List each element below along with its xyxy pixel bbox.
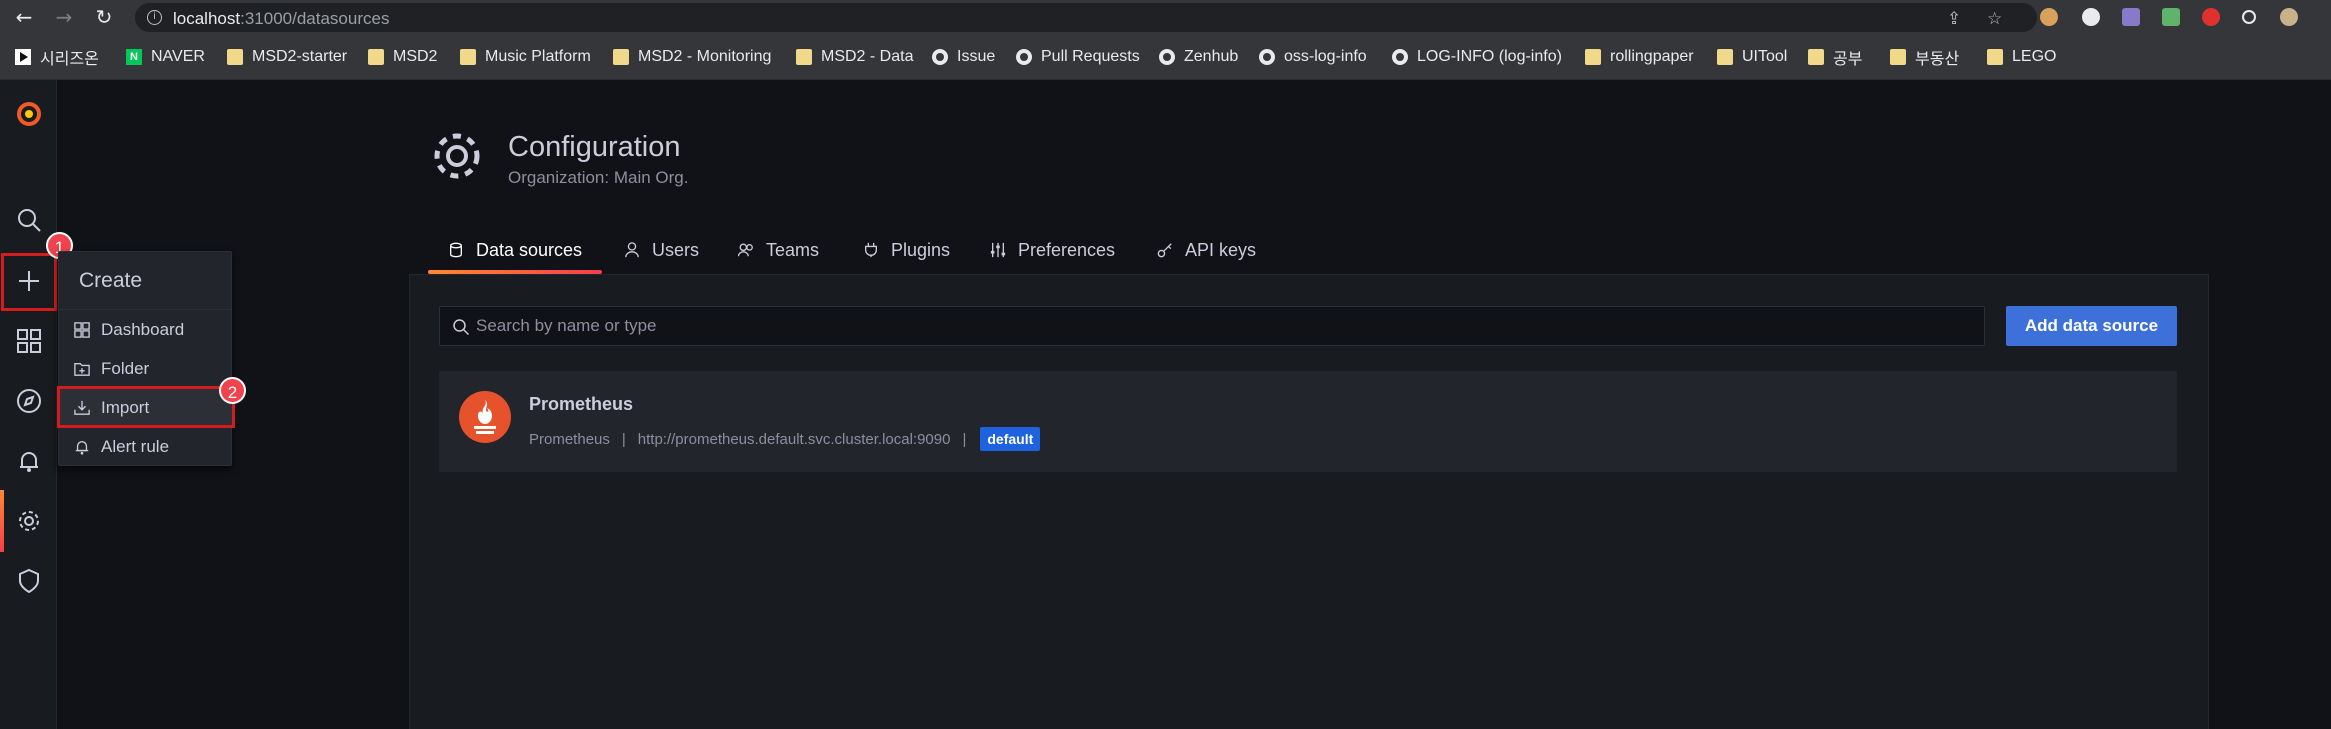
side-menu: [0, 80, 57, 729]
bookmark-item[interactable]: MSD2 - Data: [796, 46, 913, 68]
folder-icon: [227, 49, 243, 65]
separator: |: [962, 430, 967, 448]
folder-icon: [1890, 49, 1906, 65]
github-icon: [1016, 49, 1032, 65]
menu-item-dashboard[interactable]: Dashboard: [59, 311, 231, 349]
reload-icon[interactable]: ↻: [92, 5, 116, 29]
browser-toolbar: ← → ↻ i localhost:31000/datasources ⇪ ☆: [0, 0, 2331, 34]
naver-icon: N: [126, 49, 142, 65]
bell-icon: [73, 438, 91, 456]
back-icon[interactable]: ←: [12, 5, 36, 29]
tab-api-keys[interactable]: API keys: [1157, 232, 1256, 274]
github-icon: [932, 49, 948, 65]
datasource-card[interactable]: Prometheus Prometheus | http://prometheu…: [439, 371, 2177, 472]
bell-icon[interactable]: [0, 436, 57, 486]
active-indicator: [0, 490, 4, 552]
extension-purple-icon[interactable]: [2122, 8, 2140, 26]
extension-commit-icon[interactable]: [2242, 10, 2256, 24]
page-title: Configuration: [508, 131, 681, 163]
bookmark-item[interactable]: Pull Requests: [1016, 46, 1140, 68]
github-icon: [1392, 49, 1408, 65]
datasource-type: Prometheus: [529, 430, 610, 448]
key-icon: [1157, 242, 1175, 260]
menu-item-folder[interactable]: Folder: [59, 350, 231, 388]
tab-teams[interactable]: Teams: [737, 232, 819, 274]
users-icon: [737, 242, 756, 260]
search-box: [439, 306, 1985, 346]
sliders-icon: [990, 242, 1008, 260]
extension-face-icon[interactable]: [2280, 8, 2298, 26]
highlight-import-item: [57, 386, 235, 428]
tab-data-sources[interactable]: Data sources: [448, 232, 582, 274]
address-bar[interactable]: i localhost:31000/datasources ⇪ ☆: [135, 3, 2037, 32]
bookmark-item[interactable]: oss-log-info: [1259, 46, 1367, 68]
folder-icon: [796, 49, 812, 65]
url-text[interactable]: localhost:31000/datasources: [173, 9, 389, 29]
bookmark-item[interactable]: MSD2 - Monitoring: [613, 46, 771, 68]
folder-icon: [1987, 49, 2003, 65]
bookmarks-bar: 시리즈온 N NAVER MSD2-starter MSD2 Music Plat…: [0, 34, 2331, 80]
extension-green-icon[interactable]: [2162, 8, 2180, 26]
shield-icon[interactable]: [0, 556, 57, 606]
default-badge: default: [980, 427, 1041, 451]
folder-icon: [613, 49, 629, 65]
grafana-logo[interactable]: [0, 89, 57, 139]
bookmark-item[interactable]: 부동산: [1890, 46, 1959, 68]
folder-icon: [368, 49, 384, 65]
share-icon[interactable]: ⇪: [1947, 9, 1961, 29]
dashboards-icon[interactable]: [0, 316, 57, 366]
dashboard-icon: [73, 321, 91, 339]
datasource-url: http://prometheus.default.svc.cluster.lo…: [637, 430, 951, 448]
bookmark-item[interactable]: LOG-INFO (log-info): [1392, 46, 1562, 68]
bookmark-item[interactable]: MSD2: [368, 46, 437, 68]
folder-icon: [1808, 49, 1824, 65]
extension-cookie-icon[interactable]: [2040, 8, 2058, 26]
site-info-icon[interactable]: i: [147, 10, 162, 25]
search-icon: [452, 318, 470, 336]
tab-users[interactable]: Users: [624, 232, 699, 274]
tab-preferences[interactable]: Preferences: [990, 232, 1115, 274]
bookmark-item[interactable]: 시리즈온: [15, 46, 99, 68]
plug-icon: [863, 242, 881, 260]
create-menu-title: Create: [59, 252, 231, 310]
bookmark-item[interactable]: MSD2-starter: [227, 46, 347, 68]
bookmark-item[interactable]: 공부: [1808, 46, 1862, 68]
search-input[interactable]: [476, 307, 1976, 345]
extension-circle-icon[interactable]: [2082, 8, 2100, 26]
page-subtitle: Organization: Main Org.: [508, 168, 689, 187]
highlight-create-button: [1, 253, 57, 311]
bookmark-item[interactable]: rollingpaper: [1585, 46, 1694, 68]
bookmark-item[interactable]: Music Platform: [460, 46, 591, 68]
datasource-meta: Prometheus | http://prometheus.default.s…: [529, 427, 1041, 451]
menu-item-alert-rule[interactable]: Alert rule: [59, 428, 231, 466]
bookmark-item[interactable]: Zenhub: [1159, 46, 1238, 68]
folder-icon: [1717, 49, 1733, 65]
bookmark-star-icon[interactable]: ☆: [1987, 9, 2002, 29]
create-menu: Create Dashboard Folder Import Alert rul…: [58, 251, 232, 466]
folder-icon: [1585, 49, 1601, 65]
gear-icon[interactable]: [0, 496, 57, 546]
folder-plus-icon: [73, 360, 91, 378]
database-icon: [448, 242, 466, 260]
folder-icon: [460, 49, 476, 65]
compass-icon[interactable]: [0, 376, 57, 426]
separator: |: [621, 430, 626, 448]
bookmark-item[interactable]: LEGO: [1987, 46, 2056, 68]
bookmark-item[interactable]: N NAVER: [126, 46, 205, 68]
github-icon: [1159, 49, 1175, 65]
add-data-source-button[interactable]: Add data source: [2006, 306, 2177, 346]
tab-plugins[interactable]: Plugins: [863, 232, 950, 274]
step-badge-2: 2: [219, 377, 246, 404]
bookmark-item[interactable]: UITool: [1717, 46, 1787, 68]
configuration-gear-icon: [429, 128, 485, 184]
bookmark-item[interactable]: Issue: [932, 46, 995, 68]
extension-red-icon[interactable]: [2202, 8, 2220, 26]
prometheus-logo-icon: [459, 391, 511, 443]
user-icon: [624, 242, 642, 260]
forward-icon[interactable]: →: [52, 5, 76, 29]
github-icon: [1259, 49, 1275, 65]
datasource-name: Prometheus: [529, 394, 634, 414]
series-icon: [15, 49, 31, 65]
